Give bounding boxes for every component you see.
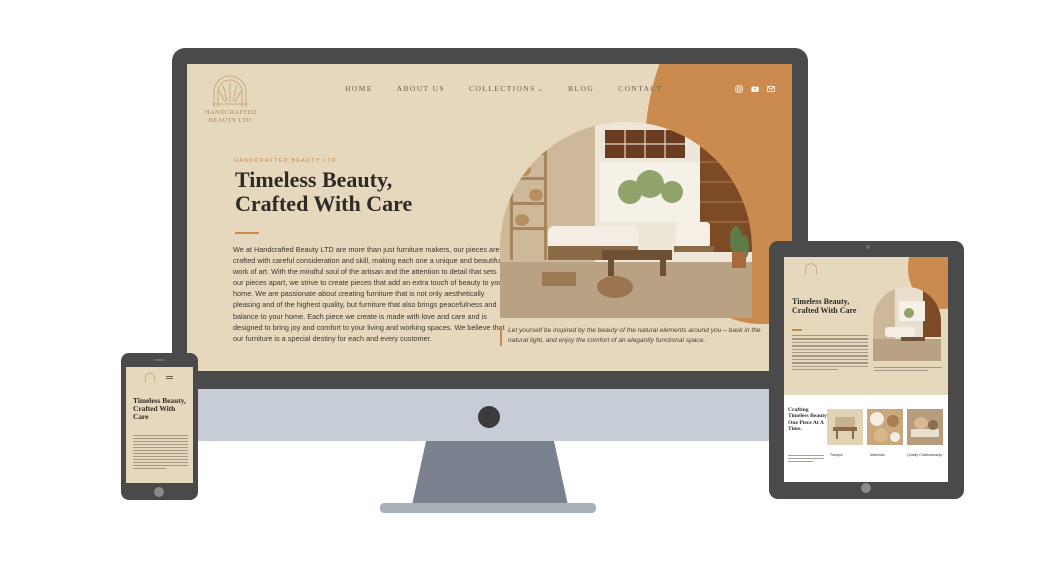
- tablet-section-text: [788, 455, 824, 464]
- caption-accent-bar: [500, 326, 502, 346]
- monitor-stand: [412, 441, 568, 505]
- tile-label-materials: Materials: [870, 453, 885, 457]
- monitor-base: [380, 503, 596, 513]
- sunrise-logo-icon: [212, 75, 248, 107]
- phone-body-text: [133, 435, 188, 471]
- tablet-home-button[interactable]: [861, 483, 871, 493]
- desktop-monitor-frame: HANDCRAFTED BEAUTY LTD HOME ABOUT US COL…: [172, 48, 808, 392]
- logo-text-line1: HANDCRAFTED: [205, 109, 257, 116]
- accent-divider: [792, 329, 802, 331]
- tablet-hero-photo: [873, 287, 941, 361]
- nav-about-us[interactable]: ABOUT US: [397, 84, 445, 93]
- nav-home[interactable]: HOME: [345, 84, 373, 93]
- phone-home-button[interactable]: [154, 487, 164, 497]
- tablet-hero: Timeless Beauty, Crafted With Care: [784, 257, 948, 395]
- hero-eyebrow: HANDCRAFTED BEAUTY LTD: [234, 158, 337, 164]
- desktop-screen: HANDCRAFTED BEAUTY LTD HOME ABOUT US COL…: [187, 64, 792, 371]
- nav-blog[interactable]: BLOG: [568, 84, 594, 93]
- phone-hero-title: Timeless Beauty, Crafted With Care: [133, 396, 186, 421]
- collection-tile-quality-craftsmanship[interactable]: [907, 409, 943, 445]
- youtube-icon[interactable]: [751, 85, 759, 93]
- nav-contact[interactable]: CONTACT: [618, 84, 663, 93]
- nav-collections[interactable]: COLLECTIONS ⌄: [469, 84, 544, 93]
- tablet-hero-title: Timeless Beauty, Crafted With Care: [792, 297, 857, 315]
- instagram-icon[interactable]: [735, 85, 743, 93]
- phone-frame: Timeless Beauty, Crafted With Care: [121, 353, 198, 500]
- main-navigation: HOME ABOUT US COLLECTIONS ⌄ BLOG CONTACT: [345, 84, 663, 93]
- tablet-screen: Timeless Beauty, Crafted With Care Craft…: [784, 257, 948, 482]
- hero-title-line1: Timeless Beauty,: [235, 167, 393, 192]
- hero-body-text: We at Handcrafted Beauty LTD are more th…: [233, 245, 505, 343]
- menu-icon[interactable]: [166, 376, 173, 379]
- chevron-down-icon: ⌄: [537, 87, 545, 93]
- sunrise-logo-icon: [805, 263, 817, 275]
- tablet-camera: [866, 245, 870, 249]
- hero-title: Timeless Beauty, Crafted With Care: [235, 168, 455, 216]
- monitor-logo-dot: [478, 406, 500, 428]
- brand-logo[interactable]: HANDCRAFTED BEAUTY LTD: [205, 74, 257, 124]
- tablet-body-text: [792, 335, 868, 372]
- mail-icon[interactable]: [767, 85, 775, 93]
- sunrise-logo-icon: [144, 372, 156, 383]
- nav-collections-label: COLLECTIONS: [469, 84, 536, 93]
- tablet-section-title: Crafting Timeless Beauty, One Piece At A…: [788, 407, 828, 433]
- logo-text-line2: BEAUTY LTD: [208, 117, 252, 124]
- tablet-frame: Timeless Beauty, Crafted With Care Craft…: [769, 241, 964, 499]
- collection-tile-tranquil[interactable]: [827, 409, 863, 445]
- tile-label-quality-craftsmanship: Quality Craftsmanship: [907, 453, 943, 457]
- phone-screen: Timeless Beauty, Crafted With Care: [126, 367, 193, 483]
- tablet-collections-section: Crafting Timeless Beauty, One Piece At A…: [784, 395, 948, 482]
- tablet-caption: [874, 367, 942, 373]
- accent-divider: [235, 232, 259, 234]
- hero-title-line2: Crafted With Care: [235, 191, 413, 216]
- hero-photo-caption: Let yourself be inspired by the beauty o…: [508, 327, 761, 344]
- collection-tile-materials[interactable]: [867, 409, 903, 445]
- social-links: [735, 85, 775, 93]
- phone-speaker: [154, 359, 165, 361]
- tile-label-tranquil: Tranquil: [830, 453, 843, 457]
